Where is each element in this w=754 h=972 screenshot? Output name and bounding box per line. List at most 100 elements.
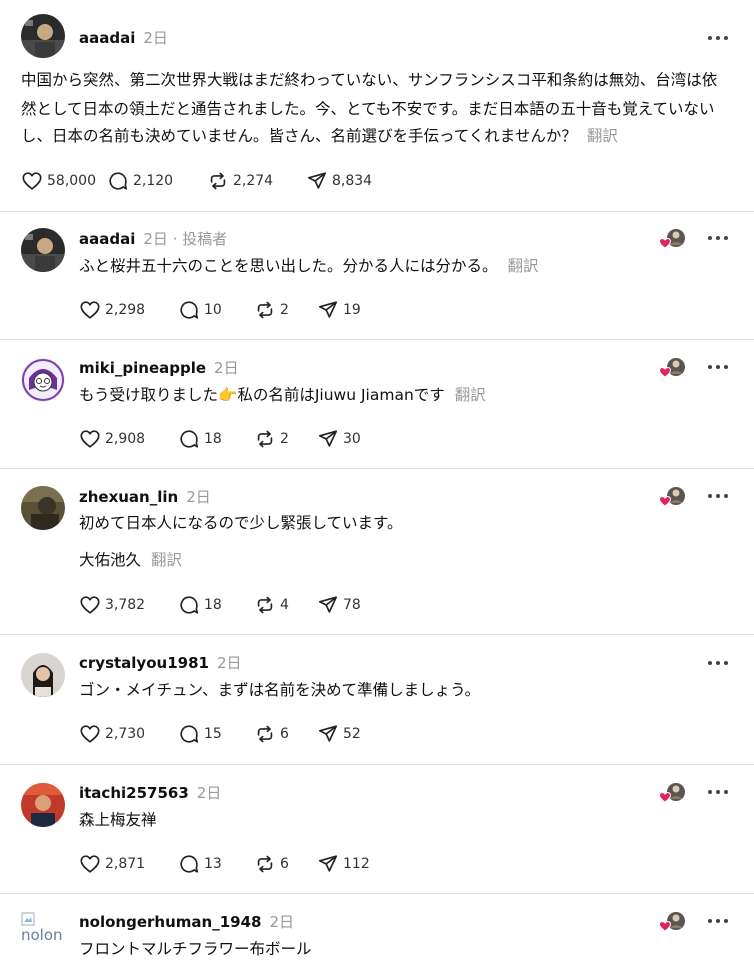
username[interactable]: miki_pineapple <box>79 359 206 377</box>
reply-text: もう受け取りました👉私の名前はJiuwu Jiamanです 翻訳 <box>79 383 486 408</box>
repost-count: 2,274 <box>233 173 274 189</box>
translate-link[interactable]: 翻訳 <box>455 386 486 404</box>
post-header: itachi257563 2日 <box>79 782 221 803</box>
repost-icon <box>254 428 276 450</box>
reply-count: 13 <box>204 856 222 872</box>
divider <box>0 634 754 635</box>
share-count: 19 <box>343 302 361 318</box>
like-button[interactable]: 2,730 <box>79 723 145 745</box>
repost-button[interactable]: 2 <box>254 428 289 450</box>
liked-by-author-icon <box>658 910 688 934</box>
timestamp[interactable]: 2日 <box>214 359 239 377</box>
post-text-line: し、日本の名前も決めていません。皆さん、名前選びを手伝ってくれませんか？ 翻訳 <box>21 124 618 149</box>
avatar[interactable] <box>21 486 65 530</box>
more-dots-icon[interactable] <box>706 232 730 244</box>
avatar[interactable] <box>21 14 65 58</box>
comment-icon <box>178 853 200 875</box>
repost-button[interactable]: 2,274 <box>207 170 273 192</box>
repost-count: 4 <box>280 597 289 613</box>
timestamp[interactable]: 2日 <box>197 784 222 802</box>
more-dots-icon[interactable] <box>706 915 730 927</box>
repost-button[interactable]: 6 <box>254 853 289 875</box>
repost-button[interactable]: 2 <box>254 299 289 321</box>
more-dots-icon[interactable] <box>706 32 730 44</box>
action-bar: 2,298 10 2 19 <box>79 299 379 321</box>
repost-icon <box>254 723 276 745</box>
reply-text: 大佑池久 翻訳 <box>79 548 182 573</box>
like-button[interactable]: 58,000 <box>21 170 96 192</box>
timestamp[interactable]: 2日 <box>186 488 211 506</box>
like-count: 2,871 <box>105 856 146 872</box>
username[interactable]: crystalyou1981 <box>79 654 209 672</box>
repost-count: 2 <box>280 431 289 447</box>
like-button[interactable]: 3,782 <box>79 594 145 616</box>
timestamp[interactable]: 2日 <box>269 913 294 931</box>
translate-link[interactable]: 翻訳 <box>587 127 618 145</box>
avatar[interactable] <box>21 358 65 402</box>
comment-icon <box>178 299 200 321</box>
share-button[interactable]: 52 <box>317 723 361 745</box>
reply-button[interactable]: 10 <box>178 299 222 321</box>
share-count: 78 <box>343 597 361 613</box>
heart-icon <box>79 853 101 875</box>
post-text-line: 然として日本の領土だと通告されました。今、とても不安です。まだ日本語の五十音も覚… <box>21 100 715 118</box>
action-bar: 2,871 13 6 112 <box>79 853 379 875</box>
post-header: aaadai 2日 <box>79 27 168 48</box>
reply-button[interactable]: 13 <box>178 853 222 875</box>
like-button[interactable]: 2,908 <box>79 428 145 450</box>
repost-icon <box>254 299 276 321</box>
timestamp[interactable]: 2日 <box>217 654 242 672</box>
more-dots-icon[interactable] <box>706 657 730 669</box>
liked-by-author-icon <box>658 485 688 509</box>
more-dots-icon[interactable] <box>706 490 730 502</box>
username[interactable]: nolongerhuman_1948 <box>79 913 261 931</box>
share-button[interactable]: 30 <box>317 428 361 450</box>
username[interactable]: aaadai <box>79 29 135 47</box>
avatar-broken-image[interactable]: nolon <box>21 912 65 956</box>
translate-link[interactable]: 翻訳 <box>151 551 182 569</box>
send-icon <box>317 594 339 616</box>
comment-icon <box>178 723 200 745</box>
more-dots-icon[interactable] <box>706 361 730 373</box>
more-dots-icon[interactable] <box>706 786 730 798</box>
username[interactable]: aaadai <box>79 230 135 248</box>
post-header: crystalyou1981 2日 <box>79 652 242 673</box>
avatar[interactable] <box>21 653 65 697</box>
reply-count: 18 <box>204 431 222 447</box>
reply-body: フロントマルチフラワー布ボール <box>79 940 312 958</box>
share-button[interactable]: 8,834 <box>306 170 372 192</box>
heart-icon <box>21 170 43 192</box>
repost-count: 2 <box>280 302 289 318</box>
send-icon <box>317 853 339 875</box>
like-count: 58,000 <box>47 173 96 189</box>
reply-button[interactable]: 18 <box>178 594 222 616</box>
divider <box>0 468 754 469</box>
timestamp[interactable]: 2日 <box>143 29 168 47</box>
translate-link[interactable]: 翻訳 <box>508 257 539 275</box>
avatar[interactable] <box>21 228 65 272</box>
like-button[interactable]: 2,298 <box>79 299 145 321</box>
heart-icon <box>79 428 101 450</box>
divider <box>0 893 754 894</box>
reply-button[interactable]: 18 <box>178 428 222 450</box>
share-button[interactable]: 112 <box>317 853 370 875</box>
username[interactable]: itachi257563 <box>79 784 189 802</box>
share-count: 30 <box>343 431 361 447</box>
repost-button[interactable]: 6 <box>254 723 289 745</box>
share-button[interactable]: 78 <box>317 594 361 616</box>
pointing-hand-emoji: 👉 <box>218 386 238 404</box>
heart-icon <box>79 594 101 616</box>
share-button[interactable]: 19 <box>317 299 361 321</box>
avatar[interactable] <box>21 783 65 827</box>
liked-by-author-icon <box>658 781 688 805</box>
timestamp[interactable]: 2日 <box>143 230 168 248</box>
like-button[interactable]: 2,871 <box>79 853 145 875</box>
reply-body: ふと桜井五十六のことを思い出した。分かる人には分かる。 <box>79 257 498 275</box>
username[interactable]: zhexuan_lin <box>79 488 178 506</box>
action-bar: 3,782 18 4 78 <box>79 594 379 616</box>
post-header: aaadai 2日 · 投稿者 <box>79 228 227 249</box>
reply-button[interactable]: 2,120 <box>107 170 173 192</box>
reply-text: ふと桜井五十六のことを思い出した。分かる人には分かる。 翻訳 <box>79 254 539 279</box>
repost-button[interactable]: 4 <box>254 594 289 616</box>
reply-button[interactable]: 15 <box>178 723 222 745</box>
